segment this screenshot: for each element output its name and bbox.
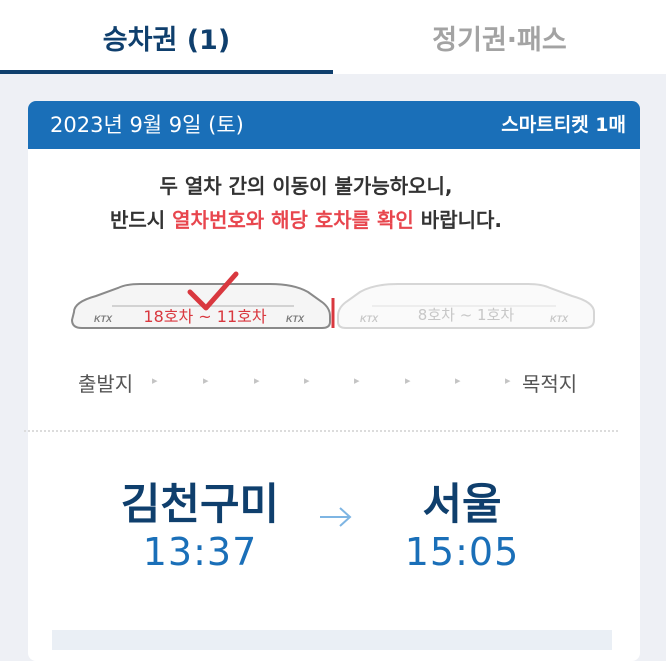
direction-arrow-icon: ▸ [354,374,360,387]
direction-arrow-icon: ▸ [505,374,511,387]
direction-arrow-icon: ▸ [304,374,310,387]
departure-time: 13:37 [142,530,258,574]
notice-text-pre: 반드시 [109,208,173,232]
arrival-time: 15:05 [404,530,520,574]
direction-arrow-icon: ▸ [405,374,411,387]
active-tab-indicator [0,70,333,74]
tab-tickets[interactable]: 승차권 (1) [0,0,333,74]
notice-line-2: 반드시 열차번호와 해당 호차를 확인 바랍니다. [0,204,612,233]
notice-line-1: 두 열차 간의 이동이 불가능하오니, [159,174,453,198]
front-train: KTX KTX 18호차 ~ 11호차 [70,271,331,329]
ticket-type: 스마트티켓 1매 [501,114,626,136]
front-ktx-logo-right: KTX [286,314,305,324]
destination-label: 목적지 [522,372,578,396]
journey-arrow-icon [320,507,352,527]
notice-text-post: 바랍니다. [413,208,503,232]
tab-passes[interactable]: 정기권·패스 [333,0,666,74]
card-footer-strip [52,630,612,650]
ticket-tabs: 승차권 (1) 정기권·패스 [0,0,666,74]
rear-train: KTX KTX 8호차 ~ 1호차 [337,283,595,329]
ticket-card-header: 2023년 9월 9일 (토) 스마트티켓 1매 [28,101,640,149]
direction-arrow-icon: ▸ [455,374,461,387]
dotted-divider [24,430,618,432]
rear-ktx-logo-left: KTX [360,314,379,324]
notice-highlight: 열차번호와 해당 호차를 확인 [172,208,414,232]
rear-car-range: 8호차 ~ 1호차 [418,306,515,324]
travel-date: 2023년 9월 9일 (토) [50,113,244,137]
rear-ktx-logo-right: KTX [550,314,569,324]
train-car-diagram: KTX KTX 18호차 ~ 11호차 KTX KTX 8호차 ~ 1호차 [70,271,595,329]
front-ktx-logo-left: KTX [94,314,113,324]
direction-arrow-icon: ▸ [203,374,209,387]
departure-station: 김천구미 [120,480,280,530]
direction-arrow-icon: ▸ [254,374,260,387]
departure-label: 출발지 [78,372,134,396]
arrival-station: 서울 [422,480,502,530]
direction-arrow-icon: ▸ [152,374,158,387]
